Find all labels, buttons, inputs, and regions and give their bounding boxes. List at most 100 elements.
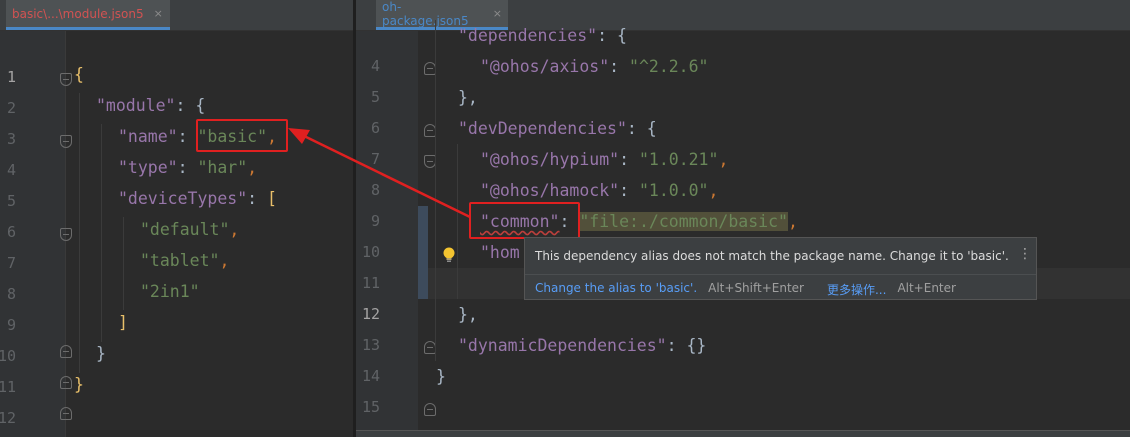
punct: : (177, 158, 198, 177)
json-key: "@ohos/hamock" (480, 181, 620, 200)
json-value: "tablet" (140, 251, 220, 270)
indent-guide (435, 20, 436, 361)
json-key: "@ohos/hypium" (480, 150, 620, 169)
line-number: 11 (0, 378, 16, 396)
punct: : (619, 181, 639, 200)
left-editor-pane: basic\...\module.json5 × 1 2 3 4 5 6 7 8… (0, 0, 353, 437)
code-line-5[interactable]: "deviceTypes": [ (118, 183, 277, 214)
punct: : {} (666, 336, 707, 355)
code-line-5[interactable]: "@ohos/axios": "^2.2.6" (480, 51, 709, 82)
lightbulb-icon[interactable] (442, 246, 456, 264)
code-line-14[interactable]: "dynamicDependencies": {} (458, 330, 706, 361)
line-number: 11 (361, 274, 380, 292)
json-key: "hom (480, 243, 520, 262)
indent-guide (123, 217, 124, 310)
code-line-13[interactable]: }, (458, 299, 478, 330)
code-line-4[interactable]: "dependencies": { (458, 20, 627, 51)
vcs-change-marker (418, 206, 428, 299)
fold-icon[interactable] (60, 228, 72, 241)
close-icon[interactable]: × (493, 7, 502, 20)
json-value: "2in1" (140, 282, 200, 301)
fold-icon[interactable] (60, 135, 72, 148)
inspection-tooltip: This dependency alias does not match the… (524, 237, 1037, 300)
punct: : (609, 57, 630, 76)
annotation-box-common-alias (469, 202, 580, 239)
code-line-6[interactable]: }, (458, 82, 478, 113)
more-actions-shortcut: Alt+Enter (897, 281, 956, 295)
fold-icon[interactable] (60, 345, 72, 358)
line-number: 4 (6, 161, 16, 179)
right-editor-pane: oh-package.json5 × 4 5 6 7 8 9 10 11 12 … (356, 0, 1130, 437)
code-line-10[interactable]: } (96, 338, 106, 369)
code-line-8[interactable]: "@ohos/hypium": "1.0.21", (480, 144, 728, 175)
json-value: "^2.2.6" (629, 57, 709, 76)
line-number: 9 (6, 316, 16, 334)
bracket: ] (118, 313, 128, 332)
json-key: "@ohos/axios" (480, 57, 610, 76)
change-alias-action[interactable]: Change the alias to 'basic'. (535, 281, 697, 298)
line-number: 13 (361, 336, 380, 354)
line-number: 6 (370, 119, 380, 137)
line-number: 5 (6, 192, 16, 210)
line-number-gutter: 1 2 3 4 5 6 7 8 9 10 11 12 (0, 31, 72, 437)
code-line-9[interactable]: ] (118, 307, 128, 338)
fold-icon[interactable] (60, 376, 72, 389)
tooltip-actions: Change the alias to 'basic'. Alt+Shift+E… (535, 281, 956, 298)
code-line-6[interactable]: "default", (140, 214, 239, 245)
json-value: "default" (140, 220, 230, 239)
fold-icon[interactable] (60, 73, 72, 86)
punct: : { (626, 119, 657, 138)
punct: , (247, 158, 258, 177)
close-icon[interactable]: × (154, 7, 163, 20)
more-actions-link[interactable]: 更多操作... (827, 281, 886, 298)
bottom-breadcrumb-bar (356, 430, 1130, 437)
line-number: 12 (0, 409, 16, 427)
code-line-11[interactable]: } (74, 369, 84, 400)
line-number: 10 (0, 347, 16, 365)
line-number: 10 (361, 243, 380, 261)
code-line-2[interactable]: "module": { (96, 90, 205, 121)
code-line-1[interactable]: { (74, 59, 84, 90)
code-line-4[interactable]: "type": "har", (118, 152, 257, 183)
code-line-11[interactable]: "hom (480, 237, 520, 268)
code-line-7[interactable]: "devDependencies": { (458, 113, 657, 144)
json-value: "har" (197, 158, 248, 177)
tab-module-json5[interactable]: basic\...\module.json5 × (6, 0, 170, 30)
json-key: "dependencies" (458, 26, 598, 45)
code-line-7[interactable]: "tablet", (140, 245, 229, 276)
code-line-8[interactable]: "2in1" (140, 276, 200, 307)
json-value: "1.0.0" (638, 181, 709, 200)
punct: : { (175, 96, 206, 115)
line-number: 5 (370, 88, 380, 106)
punct: , (787, 212, 798, 231)
punct: : (619, 150, 639, 169)
line-number-gutter: 4 5 6 7 8 9 10 11 12 13 14 15 (356, 31, 436, 437)
line-number: 7 (370, 150, 380, 168)
brace: } (436, 367, 446, 386)
punct: , (229, 220, 240, 239)
line-number: 15 (361, 398, 380, 416)
fold-icon[interactable] (424, 403, 436, 416)
bracket: [ (267, 189, 277, 208)
line-number: 3 (6, 130, 16, 148)
line-number: 9 (370, 212, 380, 230)
fold-icon[interactable] (60, 407, 72, 420)
brace: }, (458, 305, 478, 324)
line-number: 6 (6, 223, 16, 241)
indent-guide (79, 93, 80, 373)
indent-guide (101, 124, 102, 342)
line-number: 1 (6, 68, 16, 86)
json-key: "name" (118, 127, 178, 146)
punct: , (718, 150, 729, 169)
punct: , (219, 251, 230, 270)
code-line-15[interactable]: } (436, 361, 446, 392)
line-number: 12 (361, 305, 380, 323)
punct: : (247, 189, 268, 208)
line-number: 4 (370, 57, 380, 75)
annotation-box-name-basic (196, 119, 288, 152)
tooltip-message: This dependency alias does not match the… (535, 249, 1009, 263)
change-alias-shortcut: Alt+Shift+Enter (708, 281, 804, 295)
more-options-icon[interactable]: ⋮ (1018, 246, 1032, 262)
punct: : (177, 127, 198, 146)
json-key: "deviceTypes" (118, 189, 248, 208)
